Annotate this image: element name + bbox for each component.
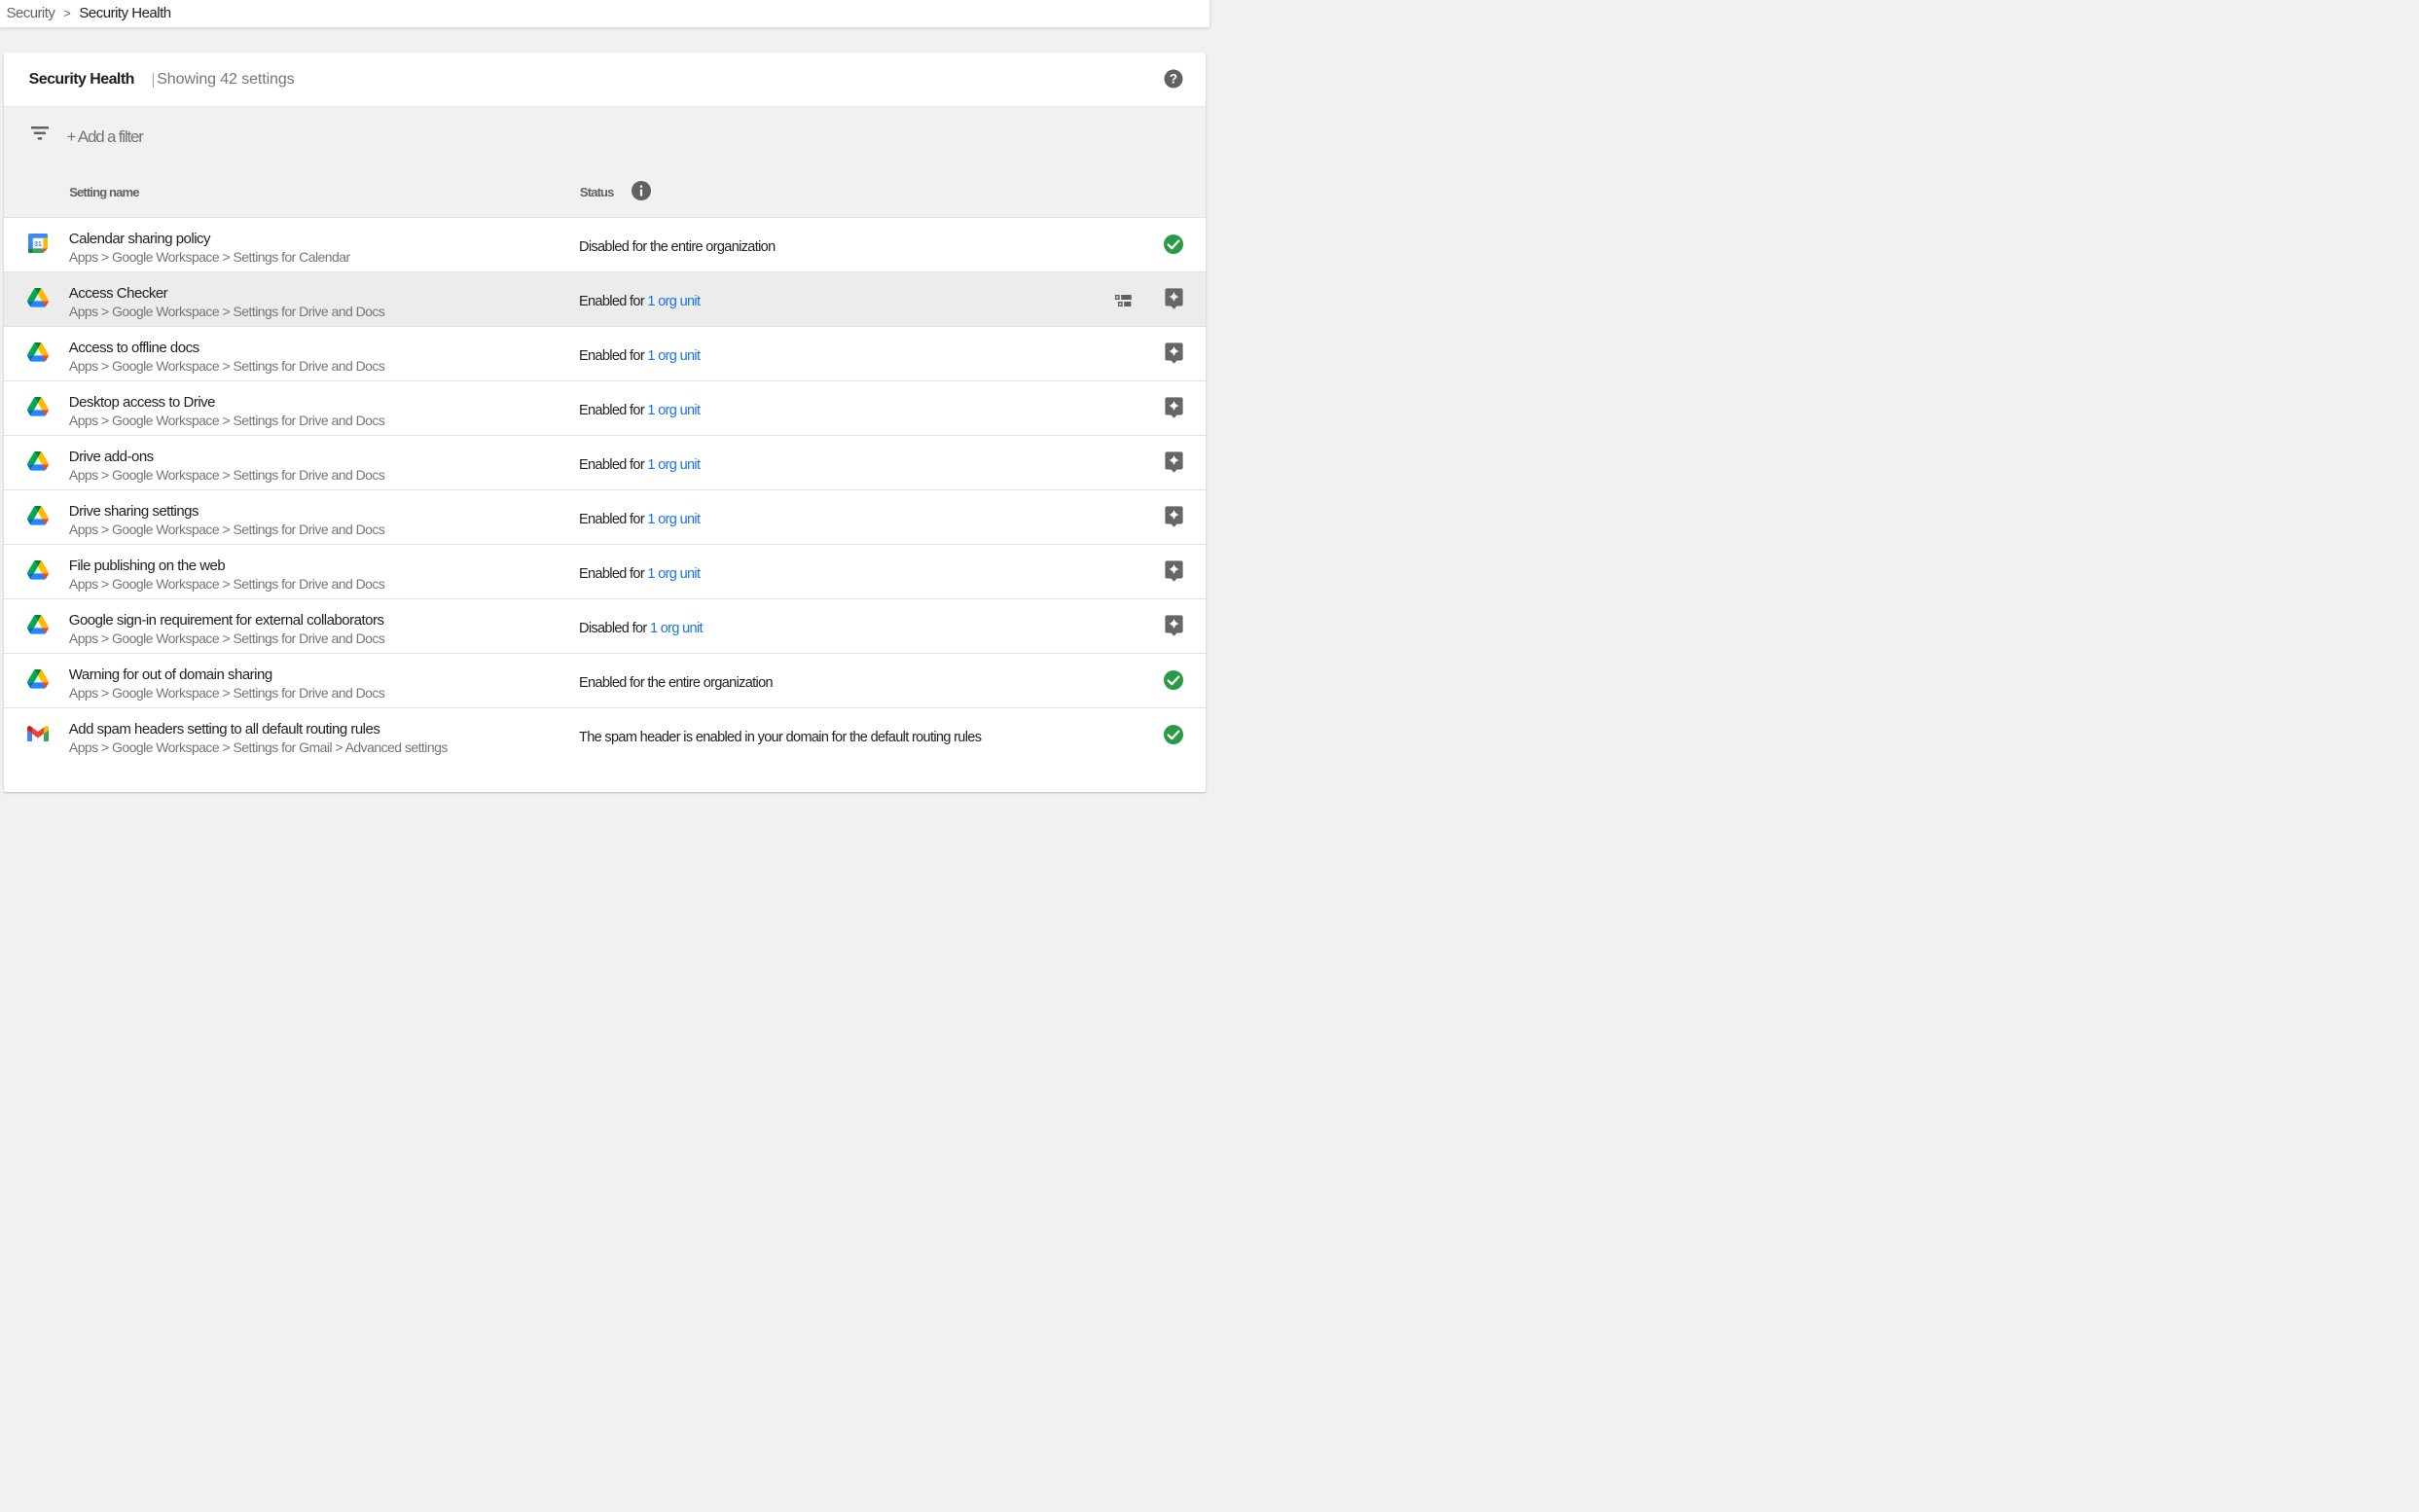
svg-text:?: ?: [1170, 72, 1177, 87]
svg-text:31: 31: [34, 241, 42, 248]
